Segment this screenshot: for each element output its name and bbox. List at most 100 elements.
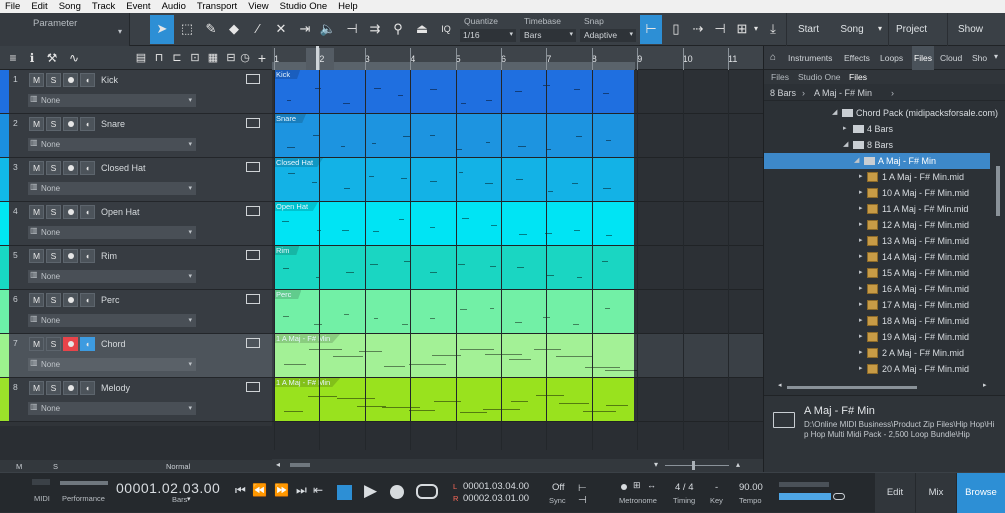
file-item[interactable]: ▸ 20 A Maj - F# Min.mid (764, 361, 990, 377)
record-arm-button[interactable] (63, 117, 78, 131)
track-header[interactable]: 1 M S ◖ Kick None ▾ ▥ (0, 70, 272, 114)
hscroll-right-icon[interactable]: ▸ (983, 381, 987, 389)
track-header[interactable]: 3 M S ◖ Closed Hat None ▾ ▥ (0, 158, 272, 202)
browser-tabs-more-icon[interactable]: ▾ (994, 52, 998, 61)
song-dropdown-icon[interactable]: ▾ (871, 19, 889, 39)
track-lane[interactable]: Snare (272, 114, 763, 158)
menu-item-studio-one[interactable]: Studio One (275, 1, 334, 12)
expand-closed-icon[interactable]: ▸ (859, 361, 863, 377)
tree-horizontal-scrollbar[interactable]: ◂ ▸ (778, 381, 993, 391)
file-item[interactable]: ▸ 11 A Maj - F# Min.mid (764, 201, 990, 217)
record-arm-button[interactable] (63, 205, 78, 219)
track-lane[interactable]: Kick (272, 70, 763, 114)
stop-button[interactable] (337, 485, 352, 500)
menu-item-event[interactable]: Event (121, 1, 156, 12)
expand-closed-icon[interactable]: ▸ (859, 297, 863, 313)
show-automation-icon[interactable]: ⊓ (150, 48, 168, 68)
track-name[interactable]: Perc (101, 295, 120, 305)
show-button[interactable]: Show (947, 13, 993, 46)
sync-toggle-icon[interactable]: ⊢ (578, 483, 587, 494)
zoom-slider[interactable] (665, 465, 729, 466)
mute-output-toggle-icon[interactable] (833, 493, 845, 500)
browser-subtab[interactable]: Studio One (798, 72, 841, 82)
instrument-select[interactable]: None ▾ (28, 314, 196, 327)
timeline-ruler[interactable]: 123456789101112 (272, 46, 783, 70)
monitor-button[interactable]: ◖ (80, 205, 95, 219)
monitor-button[interactable]: ◖ (80, 249, 95, 263)
automation-icon[interactable]: ∿ (65, 48, 83, 68)
expand-closed-icon[interactable]: ▸ (843, 121, 847, 137)
expand-closed-icon[interactable]: ▸ (859, 329, 863, 345)
browser-tab-effects[interactable]: Effects (842, 46, 872, 70)
file-item[interactable]: ▸ 13 A Maj - F# Min.mid (764, 233, 990, 249)
solo-button[interactable]: S (46, 117, 61, 131)
track-header[interactable]: 8 M S ◖ Melody None ▾ ▥ (0, 378, 272, 422)
mix-button[interactable]: Mix (916, 473, 956, 513)
folder-item[interactable]: ◢ Chord Pack (midipacksforsale.com) (764, 105, 998, 121)
track-name[interactable]: Melody (101, 383, 130, 393)
parameter-dropdown-icon[interactable]: ▾ (118, 27, 122, 36)
track-name[interactable]: Closed Hat (101, 163, 146, 173)
precount-icon[interactable]: ↔ (647, 480, 656, 490)
mute-button[interactable]: M (29, 117, 44, 131)
position-display[interactable]: 00001.02.03.00 (116, 480, 220, 496)
zoom-slider-handle[interactable] (692, 461, 695, 470)
file-item[interactable]: ▸ 10 A Maj - F# Min.mid (764, 185, 990, 201)
browse-button[interactable]: Browse (957, 473, 1005, 513)
footer-mute-button[interactable]: M (16, 462, 22, 471)
expand-closed-icon[interactable]: ▸ (859, 217, 863, 233)
zoom-tool-icon[interactable]: ⚲ (389, 19, 407, 39)
loop-left-value[interactable]: 00001.03.04.00 (463, 481, 529, 492)
grid-view-icon[interactable]: ▦ (204, 48, 222, 68)
download-icon[interactable]: ⤓ (764, 19, 782, 39)
track-lane[interactable]: 1 A Maj - F# Min (272, 334, 763, 378)
menu-item-transport[interactable]: Transport (192, 1, 243, 12)
expand-closed-icon[interactable]: ▸ (859, 281, 863, 297)
folder-item[interactable]: ◢ 8 Bars (764, 137, 990, 153)
solo-button[interactable]: S (46, 381, 61, 395)
monitor-button[interactable]: ◖ (80, 293, 95, 307)
browser-tab-sho[interactable]: Sho (970, 46, 989, 70)
eraser-tool-icon[interactable]: ◆ (225, 19, 243, 39)
menu-item-view[interactable]: View (243, 1, 274, 12)
global-tracks-icon[interactable]: ⊡ (186, 48, 204, 68)
track-name[interactable]: Chord (101, 339, 126, 349)
midi-clip[interactable]: Perc (274, 290, 634, 333)
piano-keyboard-icon[interactable] (246, 118, 260, 128)
file-item[interactable]: ▸ 19 A Maj - F# Min.mid (764, 329, 990, 345)
return-to-zero-icon[interactable]: ⏮ (235, 483, 246, 498)
paint-tool-icon[interactable]: ⁄ (249, 19, 267, 39)
inspector-icon[interactable]: ℹ (23, 48, 41, 68)
track-header[interactable]: 6 M S ◖ Perc None ▾ ▥ (0, 290, 272, 334)
track-header[interactable]: 5 M S ◖ Rim None ▾ ▥ (0, 246, 272, 290)
mute-button[interactable]: M (29, 337, 44, 351)
fast-forward-icon[interactable]: ⏩ (274, 483, 289, 497)
record-arm-button[interactable] (63, 249, 78, 263)
solo-button[interactable]: S (46, 293, 61, 307)
expand-closed-icon[interactable]: ▸ (859, 249, 863, 265)
snap-to-grid-icon[interactable]: ▯ (667, 19, 685, 39)
expand-open-icon[interactable]: ◢ (854, 153, 859, 169)
sync-value[interactable]: Off (552, 482, 565, 493)
tempo-value[interactable]: 90.00 (739, 482, 763, 493)
track-name[interactable]: Snare (101, 119, 125, 129)
mute-button[interactable]: M (29, 249, 44, 263)
monitor-button[interactable]: ◖ (80, 73, 95, 87)
rewind-icon[interactable]: ⏪ (252, 483, 267, 497)
folder-track-icon[interactable]: ⊏ (168, 48, 186, 68)
folder-item[interactable]: ▸ 4 Bars (764, 121, 990, 137)
solo-button[interactable]: S (46, 205, 61, 219)
piano-keyboard-icon[interactable] (246, 382, 260, 392)
footer-solo-button[interactable]: S (53, 462, 58, 471)
position-unit-dropdown-icon[interactable]: ▾ (187, 495, 191, 503)
clock-icon[interactable]: ◷ (236, 48, 254, 68)
timing-value[interactable]: 4 / 4 (675, 482, 694, 493)
menu-item-help[interactable]: Help (333, 1, 364, 12)
track-name[interactable]: Open Hat (101, 207, 140, 217)
file-item[interactable]: ▸ 15 A Maj - F# Min.mid (764, 265, 990, 281)
quantize-tool-icon[interactable]: ⏏ (413, 19, 431, 39)
arrange-view[interactable]: 123456789101112 KickSnareClosed HatOpen … (272, 46, 783, 472)
instrument-select[interactable]: None ▾ (28, 182, 196, 195)
follow-icon[interactable]: ⇢ (689, 19, 707, 39)
file-item[interactable]: ▸ 1 A Maj - F# Min.mid (764, 169, 990, 185)
